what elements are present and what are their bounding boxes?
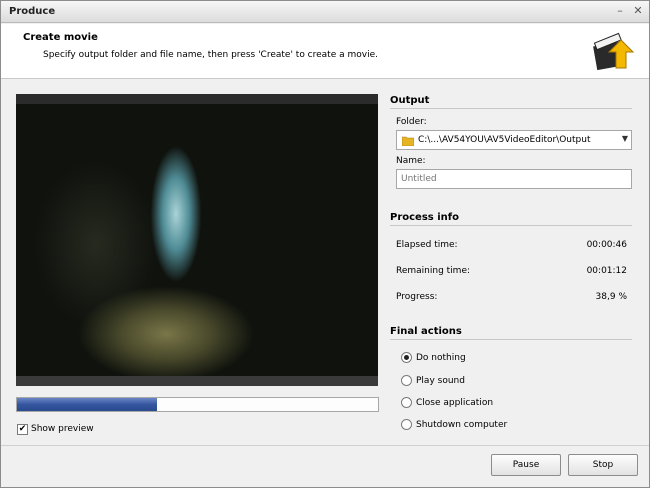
radio-shutdown-computer[interactable] [401,419,412,430]
chevron-down-icon[interactable]: ▼ [622,134,628,143]
radio-label-shutdown-computer: Shutdown computer [416,420,508,430]
progress-value: 38,9 % [595,292,627,302]
elapsed-time-label: Elapsed time: [396,240,458,250]
radio-do-nothing[interactable] [401,352,412,363]
pause-button[interactable]: Pause [491,454,561,476]
title-bar: Produce – ✕ [1,1,649,23]
video-preview [16,94,378,386]
folder-icon [402,136,414,146]
preview-frame [16,104,378,376]
production-progress-bar [16,397,379,412]
radio-label-do-nothing: Do nothing [416,353,466,363]
progress-label: Progress: [396,292,438,302]
header-subtitle: Specify output folder and file name, the… [43,50,378,60]
folder-path: C:\...\AV54YOU\AV5VideoEditor\Output [418,135,591,145]
show-preview-label: Show preview [31,424,94,434]
folder-select[interactable]: C:\...\AV54YOU\AV5VideoEditor\Output ▼ [396,130,632,150]
radio-label-close-application: Close application [416,398,494,408]
radio-label-play-sound: Play sound [416,376,465,386]
output-section-title: Output [390,95,632,109]
show-preview-checkbox[interactable]: ✔ [17,424,28,435]
movie-clapper-logo [593,32,635,71]
process-info-section-title: Process info [390,212,632,226]
final-actions-section-title: Final actions [390,326,632,340]
progress-fill [17,398,158,411]
produce-dialog: Produce – ✕ Create movie Specify output … [0,0,650,488]
elapsed-time-value: 00:00:46 [586,240,627,250]
name-label: Name: [396,156,426,166]
remaining-time-value: 00:01:12 [586,266,627,276]
radio-play-sound[interactable] [401,375,412,386]
close-icon[interactable]: ✕ [631,4,645,18]
remaining-time-label: Remaining time: [396,266,471,276]
header-panel: Create movie Specify output folder and f… [1,24,649,79]
window-title: Produce [9,6,56,17]
name-input[interactable] [396,169,632,189]
radio-close-application[interactable] [401,397,412,408]
minimize-icon[interactable]: – [613,4,627,18]
stop-button[interactable]: Stop [568,454,638,476]
folder-label: Folder: [396,117,427,127]
header-title: Create movie [23,32,98,43]
